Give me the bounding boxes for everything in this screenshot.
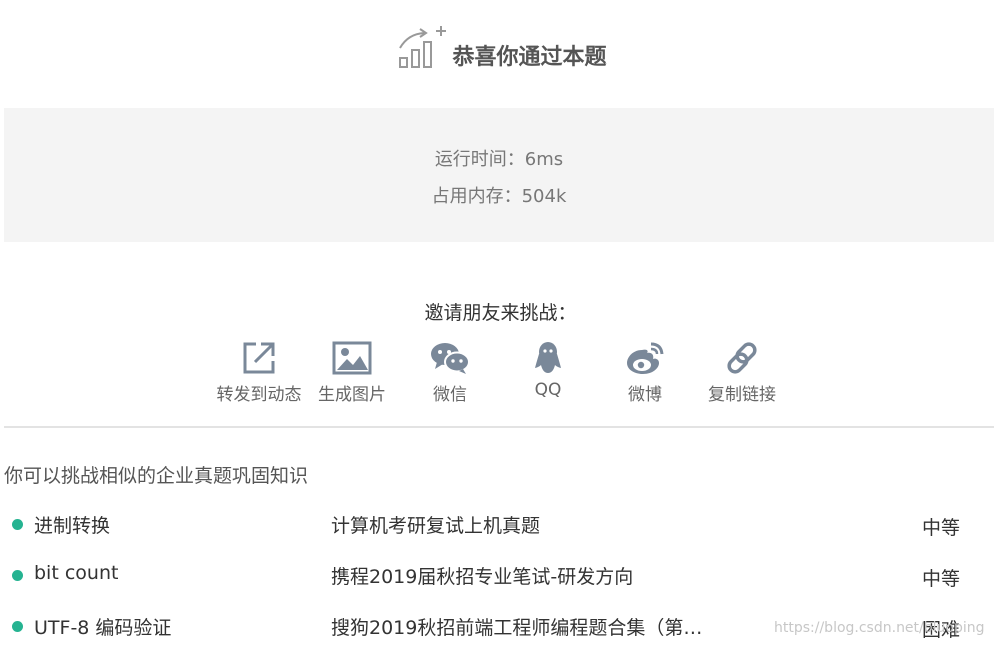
runtime-stat: 运行时间：6ms [434, 149, 564, 170]
similar-section-title: 你可以挑战相似的企业真题巩固知识 [4, 465, 309, 487]
image-icon [332, 341, 372, 375]
result-header: 恭喜你通过本题 [0, 24, 1001, 76]
copy-link-button[interactable]: 复制链接 [692, 340, 792, 405]
bullet-dot-icon [12, 621, 23, 632]
share-wechat-button[interactable]: 微信 [400, 340, 500, 405]
link-icon [727, 342, 757, 374]
memory-stat: 占用内存：504k [431, 186, 567, 207]
question-source-link[interactable]: 计算机考研复试上机真题 [331, 511, 540, 538]
share-wechat-label: 微信 [433, 385, 467, 405]
watermark-text: https://blog.csdn.net/bluoping [774, 620, 985, 636]
question-source-link[interactable]: 携程2019届秋招专业笔试-研发方向 [331, 562, 633, 589]
invite-text: 邀请朋友来挑战： [424, 302, 577, 324]
weibo-icon [627, 342, 664, 374]
share-image-button[interactable]: 生成图片 [302, 340, 402, 405]
share-weibo-label: 微博 [628, 385, 662, 405]
share-qq-label: QQ [534, 380, 562, 400]
question-name-link[interactable]: bit count [34, 562, 118, 584]
question-row[interactable]: 进制转换 计算机考研复试上机真题 中等 [0, 509, 1001, 539]
question-row[interactable]: bit count 携程2019届秋招专业笔试-研发方向 中等 [0, 560, 1001, 590]
share-repost-label: 转发到动态 [216, 385, 302, 405]
chart-growth-icon [399, 26, 447, 68]
run-stats-panel: 运行时间：6ms 占用内存：504k [4, 108, 994, 242]
difficulty-label: 中等 [922, 517, 961, 539]
qq-penguin-icon [535, 342, 561, 373]
question-name-link[interactable]: 进制转换 [34, 511, 110, 538]
difficulty-label: 中等 [922, 568, 961, 590]
share-qq-button[interactable]: QQ [498, 340, 598, 400]
share-repost-button[interactable]: 转发到动态 [209, 340, 309, 405]
section-divider [4, 426, 994, 428]
wechat-icon [431, 343, 470, 374]
share-image-label: 生成图片 [318, 385, 386, 405]
page-title: 恭喜你通过本题 [452, 45, 607, 70]
copy-link-label: 复制链接 [708, 385, 776, 405]
bullet-dot-icon [12, 519, 23, 530]
bullet-dot-icon [12, 570, 23, 581]
question-source-link[interactable]: 搜狗2019秋招前端工程师编程题合集（第… [331, 613, 702, 640]
share-arrow-icon [243, 342, 275, 374]
question-name-link[interactable]: UTF-8 编码验证 [34, 613, 171, 640]
share-weibo-button[interactable]: 微博 [595, 340, 695, 405]
